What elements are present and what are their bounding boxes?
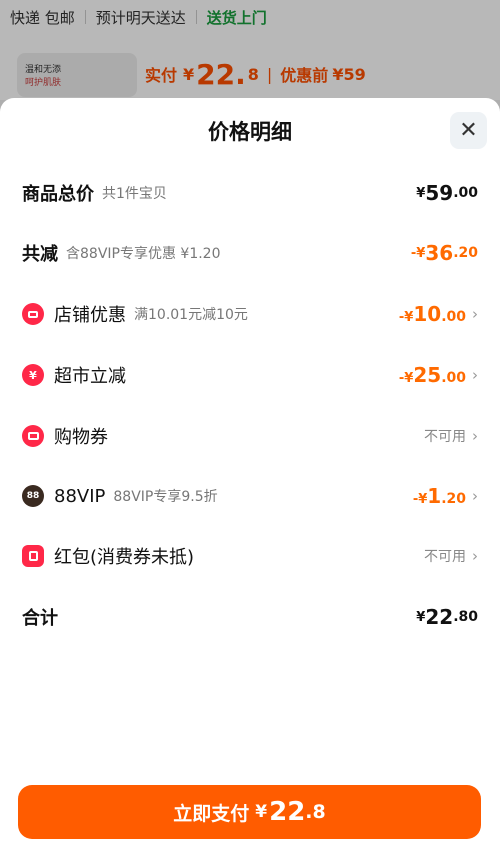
row-amount: ¥22.80 xyxy=(416,605,478,629)
row-status: 不可用 xyxy=(424,429,466,445)
currency-symbol: -¥ xyxy=(412,492,428,507)
currency-symbol: -¥ xyxy=(398,371,414,386)
chevron-right-icon: › xyxy=(472,427,478,445)
pay-button-label: 立即支付 xyxy=(173,802,250,825)
row-sublabel: 88VIP专享9.5折 xyxy=(113,489,218,505)
row-88vip[interactable]: 88 88VIP 88VIP专享9.5折 -¥1.20 › xyxy=(22,481,478,511)
row-red-packet[interactable]: 红包(消费券未抵) 不可用 › xyxy=(22,541,478,571)
pay-now-button[interactable]: 立即支付 ¥ 22 .8 xyxy=(18,785,481,839)
row-grand-total: 合计 ¥22.80 xyxy=(22,602,478,632)
row-label: 超市立减 xyxy=(54,366,126,387)
currency-symbol: -¥ xyxy=(410,245,426,261)
row-amount: -¥1.20 xyxy=(413,484,466,508)
pay-amount-dec: .8 xyxy=(305,801,326,823)
row-label: 购物券 xyxy=(54,427,108,448)
row-market-discount[interactable]: ¥ 超市立减 -¥25.00 › xyxy=(22,360,478,390)
row-label: 商品总价 xyxy=(22,184,94,205)
row-label: 共减 xyxy=(22,244,58,265)
row-label: 红包(消费券未抵) xyxy=(54,547,195,568)
row-sublabel: 含88VIP专享优惠 ¥1.20 xyxy=(66,246,221,262)
row-amount: -¥10.00 xyxy=(399,302,466,326)
row-status: 不可用 xyxy=(424,549,466,565)
amount-dec: .00 xyxy=(453,185,478,201)
amount-int: 10 xyxy=(413,302,442,326)
close-button[interactable]: ✕ xyxy=(450,112,487,149)
chevron-right-icon: › xyxy=(472,366,478,384)
row-right: -¥25.00 › xyxy=(399,363,478,387)
row-right: -¥1.20 › xyxy=(413,484,478,508)
store-icon xyxy=(22,303,44,325)
amount-dec: .00 xyxy=(441,309,466,325)
row-amount: -¥ 36.20 xyxy=(411,241,478,265)
currency-symbol: ¥ xyxy=(255,802,268,822)
amount-dec: .20 xyxy=(441,491,466,507)
row-right: 不可用 › xyxy=(424,426,478,446)
amount-int: 22 xyxy=(425,605,454,629)
chevron-right-icon: › xyxy=(472,305,478,323)
amount-int: 1 xyxy=(427,484,442,508)
row-label: 店铺优惠 xyxy=(54,305,126,326)
row-shopping-coupon[interactable]: 购物券 不可用 › xyxy=(22,421,478,451)
row-label: 88VIP xyxy=(54,485,106,507)
yen-icon: ¥ xyxy=(22,364,44,386)
chevron-right-icon: › xyxy=(472,487,478,505)
row-amount: -¥25.00 xyxy=(399,363,466,387)
vip-88-icon: 88 xyxy=(22,485,44,507)
currency-symbol: ¥ xyxy=(416,185,426,201)
row-sublabel: 共1件宝贝 xyxy=(102,186,167,202)
row-total-reduction: 共减 含88VIP专享优惠 ¥1.20 -¥ 36.20 xyxy=(22,238,478,268)
row-right: -¥10.00 › xyxy=(399,302,478,326)
currency-symbol: ¥ xyxy=(416,609,426,625)
pay-amount-int: 22 xyxy=(269,797,306,827)
close-icon: ✕ xyxy=(459,118,478,143)
row-shop-discount[interactable]: 店铺优惠 满10.01元减10元 -¥10.00 › xyxy=(22,299,478,329)
amount-dec: .00 xyxy=(441,370,466,386)
coupon-icon xyxy=(22,425,44,447)
row-right: 不可用 › xyxy=(424,546,478,566)
price-detail-sheet: 价格明细 ✕ 商品总价 共1件宝贝 ¥59.00 共减 含88VIP专享优惠 ¥… xyxy=(0,98,500,841)
sheet-title: 价格明细 xyxy=(208,120,292,144)
row-sublabel: 满10.01元减10元 xyxy=(134,307,248,323)
row-goods-total: 商品总价 共1件宝贝 ¥59.00 xyxy=(22,178,478,208)
amount-int: 36 xyxy=(425,241,454,265)
amount-int: 59 xyxy=(425,181,454,205)
currency-symbol: -¥ xyxy=(398,310,414,325)
amount-dec: .20 xyxy=(453,245,478,261)
amount-int: 25 xyxy=(413,363,442,387)
row-amount: ¥59.00 xyxy=(416,181,478,205)
amount-dec: .80 xyxy=(453,609,478,625)
chevron-right-icon: › xyxy=(472,547,478,565)
red-packet-icon xyxy=(22,545,44,567)
row-label: 合计 xyxy=(22,608,58,629)
